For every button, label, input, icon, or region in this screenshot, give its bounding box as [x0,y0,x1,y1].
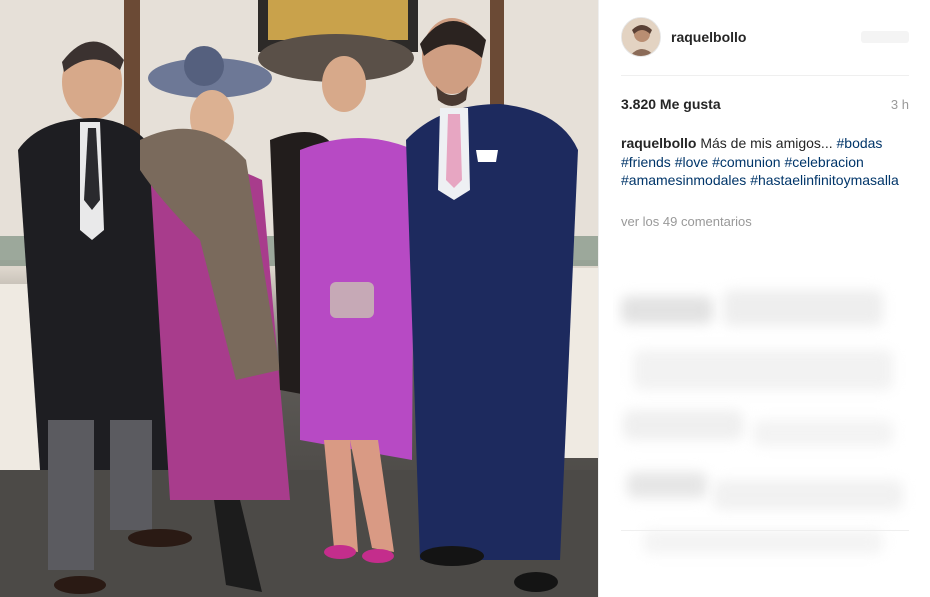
hashtag[interactable]: #celebracion [784,154,863,170]
hashtag[interactable]: #love [675,154,708,170]
post-username[interactable]: raquelbollo [671,29,746,45]
footer-divider [621,530,909,531]
hashtag[interactable]: #friends [621,154,671,170]
pillar-right [490,0,504,110]
photo-illustration [0,0,598,597]
blurred-comment [623,410,743,440]
post-header: raquelbollo [621,16,909,58]
post-photo[interactable] [0,0,598,597]
caption-text: Más de mis amigos... [700,135,833,151]
hashtag[interactable]: #bodas [837,135,883,151]
blurred-comment [633,350,893,390]
avatar[interactable] [621,17,661,57]
profile-avatar-icon [622,18,660,56]
hashtag[interactable]: #comunion [712,154,781,170]
blurred-comments [613,240,919,570]
follow-placeholder [861,31,909,43]
view-comments-link[interactable]: ver los 49 comentarios [621,214,752,229]
likes-count[interactable]: 3.820 Me gusta [621,96,721,112]
blurred-comment [643,530,883,554]
caption-username[interactable]: raquelbollo [621,135,696,151]
post-time[interactable]: 3 h [891,97,909,112]
hashtag[interactable]: #hastaelinfinitoymasalla [750,172,899,188]
post-details-panel: raquelbollo 3.820 Me gusta 3 h raquelbol… [598,0,930,597]
likes-row: 3.820 Me gusta 3 h [621,96,909,112]
header-divider [621,75,909,76]
post-caption: raquelbollo Más de mis amigos... #bodas … [621,134,911,190]
blurred-comment [713,480,903,510]
blurred-comment [621,296,713,324]
hashtag[interactable]: #amamesinmodales [621,172,746,188]
wall-painting [268,0,408,40]
blurred-comment [753,420,893,446]
blurred-comment [723,290,883,326]
blurred-comment [627,472,707,498]
